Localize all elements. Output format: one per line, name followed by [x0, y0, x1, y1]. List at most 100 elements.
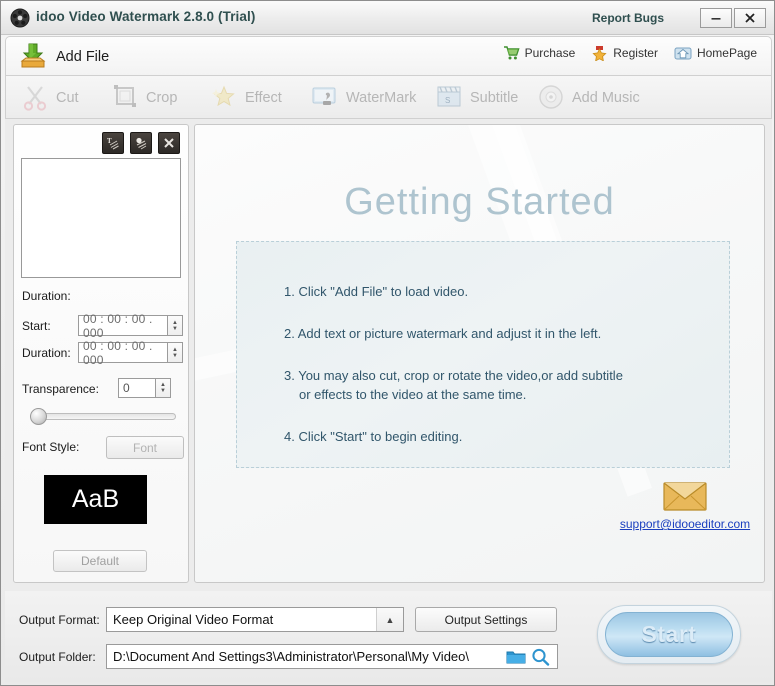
watermark-stamp-icon: [310, 82, 340, 115]
duration-time-row: Duration: 00 : 00 : 00 . 000 ▲ ▼: [22, 339, 184, 367]
close-button[interactable]: [734, 8, 766, 28]
output-settings-button[interactable]: Output Settings: [415, 607, 557, 632]
tool-add-music-label: Add Music: [572, 90, 640, 106]
envelope-icon: [615, 480, 755, 513]
minimize-icon: [711, 18, 721, 20]
start-time-label: Start:: [22, 319, 51, 333]
minimize-button[interactable]: [700, 8, 732, 28]
tool-watermark-label: WaterMark: [346, 90, 417, 106]
tool-cut-label: Cut: [56, 90, 79, 106]
font-preview: AaB: [44, 475, 147, 524]
crop-frame-icon: [110, 82, 140, 115]
tool-add-music[interactable]: Add Music: [536, 81, 640, 115]
download-arrow-icon: [18, 41, 48, 74]
register-label: Register: [613, 46, 658, 60]
step-3: 3. You may also cut, crop or rotate the …: [284, 368, 623, 383]
add-image-watermark-button[interactable]: [130, 132, 152, 154]
duration-time-input[interactable]: 00 : 00 : 00 . 000: [78, 339, 168, 367]
clapperboard-icon: S: [434, 82, 464, 115]
page-title: Getting Started: [344, 181, 615, 223]
start-button-label: Start: [641, 621, 697, 647]
watermark-preview-canvas[interactable]: [21, 158, 181, 278]
house-icon: [674, 45, 692, 61]
transparence-row: Transparence: 0 ▲ ▼: [22, 378, 184, 399]
output-folder-label: Output Folder:: [19, 650, 96, 664]
shopping-cart-icon: [503, 45, 520, 61]
getting-started-panel: Getting Started 1. Click "Add File" to l…: [194, 124, 765, 583]
start-button-inner: Start: [605, 612, 733, 657]
add-file-button[interactable]: Add File: [18, 41, 109, 73]
tool-crop-label: Crop: [146, 90, 178, 106]
add-file-label: Add File: [56, 49, 110, 65]
font-style-label: Font Style:: [22, 440, 80, 454]
tool-crop[interactable]: Crop: [110, 81, 177, 115]
title-bar: idoo Video Watermark 2.8.0 (Trial) Repor…: [1, 1, 774, 35]
start-time-input[interactable]: 00 : 00 : 00 . 000: [78, 312, 168, 340]
tool-effect-label: Effect: [245, 90, 282, 106]
register-button[interactable]: Register: [585, 43, 664, 63]
steps-container: 1. Click "Add File" to load video. 2. Ad…: [236, 241, 730, 468]
disc-icon: [536, 82, 566, 115]
film-reel-icon: [10, 8, 30, 28]
transparence-stepper[interactable]: ▲ ▼: [156, 378, 171, 398]
content-area: T Duration: Start: 00: 00: 00 . 000 ▲ …: [5, 119, 772, 591]
window-title: idoo Video Watermark 2.8.0 (Trial): [36, 9, 256, 24]
primary-toolbar: Add File Purchase Register HomePage: [5, 36, 772, 75]
font-style-row: Font Style: Font: [22, 436, 184, 460]
add-text-watermark-button[interactable]: T: [102, 132, 124, 154]
text-watermark-icon: T: [107, 137, 119, 150]
output-folder-value: D:\Document And Settings3\Administrator\…: [113, 649, 469, 664]
start-time-stepper[interactable]: ▲ ▼: [168, 315, 183, 336]
start-button[interactable]: Start: [597, 605, 741, 664]
duration-section-label: Duration:: [22, 289, 71, 303]
toolbar-links: Purchase Register HomePage: [497, 43, 763, 63]
purchase-button[interactable]: Purchase: [497, 43, 582, 63]
chevron-up-icon: ▲: [376, 608, 403, 631]
output-format-value: Keep Original Video Format: [113, 612, 274, 627]
tool-cut[interactable]: Cut: [20, 81, 79, 115]
homepage-button[interactable]: HomePage: [668, 43, 763, 63]
step-2: 2. Add text or picture watermark and adj…: [284, 326, 602, 341]
chevron-down-icon: ▼: [172, 325, 178, 332]
star-badge-icon: [591, 45, 608, 61]
homepage-label: HomePage: [696, 46, 757, 60]
delete-watermark-button[interactable]: [158, 132, 180, 154]
font-button[interactable]: Font: [106, 436, 184, 459]
svg-text:S: S: [445, 96, 450, 105]
output-format-label: Output Format:: [19, 613, 100, 627]
output-format-select[interactable]: Keep Original Video Format ▲: [106, 607, 404, 632]
chevron-down-icon: ▼: [160, 388, 166, 394]
support-block: support@idooeditor.com: [615, 480, 755, 531]
image-watermark-icon: [136, 137, 147, 150]
transparence-slider-track[interactable]: [36, 413, 176, 420]
duration-time-stepper[interactable]: ▲ ▼: [168, 342, 183, 363]
support-email-link[interactable]: support@idooeditor.com: [620, 517, 750, 531]
watermark-settings-panel: T Duration: Start: 00: 00: 00 . 000 ▲ …: [13, 124, 189, 583]
step-4: 4. Click "Start" to begin editing.: [284, 429, 463, 444]
output-folder-input[interactable]: D:\Document And Settings3\Administrator\…: [106, 644, 558, 669]
transparence-label: Transparence:: [22, 382, 99, 396]
report-bugs-link[interactable]: Report Bugs: [592, 11, 664, 25]
tool-watermark[interactable]: WaterMark: [310, 81, 416, 115]
default-button[interactable]: Default: [53, 550, 147, 572]
duration-time-label: Duration:: [22, 346, 71, 360]
magnifier-icon[interactable]: [531, 648, 550, 666]
transparence-slider-thumb[interactable]: [30, 408, 47, 425]
watermark-action-buttons: T: [102, 132, 180, 154]
sparkle-star-icon: [209, 82, 239, 115]
close-icon: [745, 13, 755, 23]
scissors-icon: [20, 82, 50, 115]
editing-tools-toolbar: Cut Crop Effect WaterMark S Subtitle Add…: [5, 75, 772, 119]
tool-effect[interactable]: Effect: [209, 81, 282, 115]
close-icon: [164, 138, 174, 148]
app-window: idoo Video Watermark 2.8.0 (Trial) Repor…: [0, 0, 775, 686]
step-3-continued: or effects to the video at the same time…: [299, 387, 527, 402]
transparence-input[interactable]: 0: [118, 378, 156, 398]
folder-icon[interactable]: [506, 649, 526, 665]
tool-subtitle[interactable]: S Subtitle: [434, 81, 518, 115]
chevron-down-icon: ▼: [172, 352, 178, 359]
tool-subtitle-label: Subtitle: [470, 90, 519, 106]
start-time-row: Start: 00 : 00 : 00 . 000 ▲ ▼: [22, 312, 184, 340]
step-1: 1. Click "Add File" to load video.: [284, 284, 469, 299]
purchase-label: Purchase: [524, 46, 576, 60]
